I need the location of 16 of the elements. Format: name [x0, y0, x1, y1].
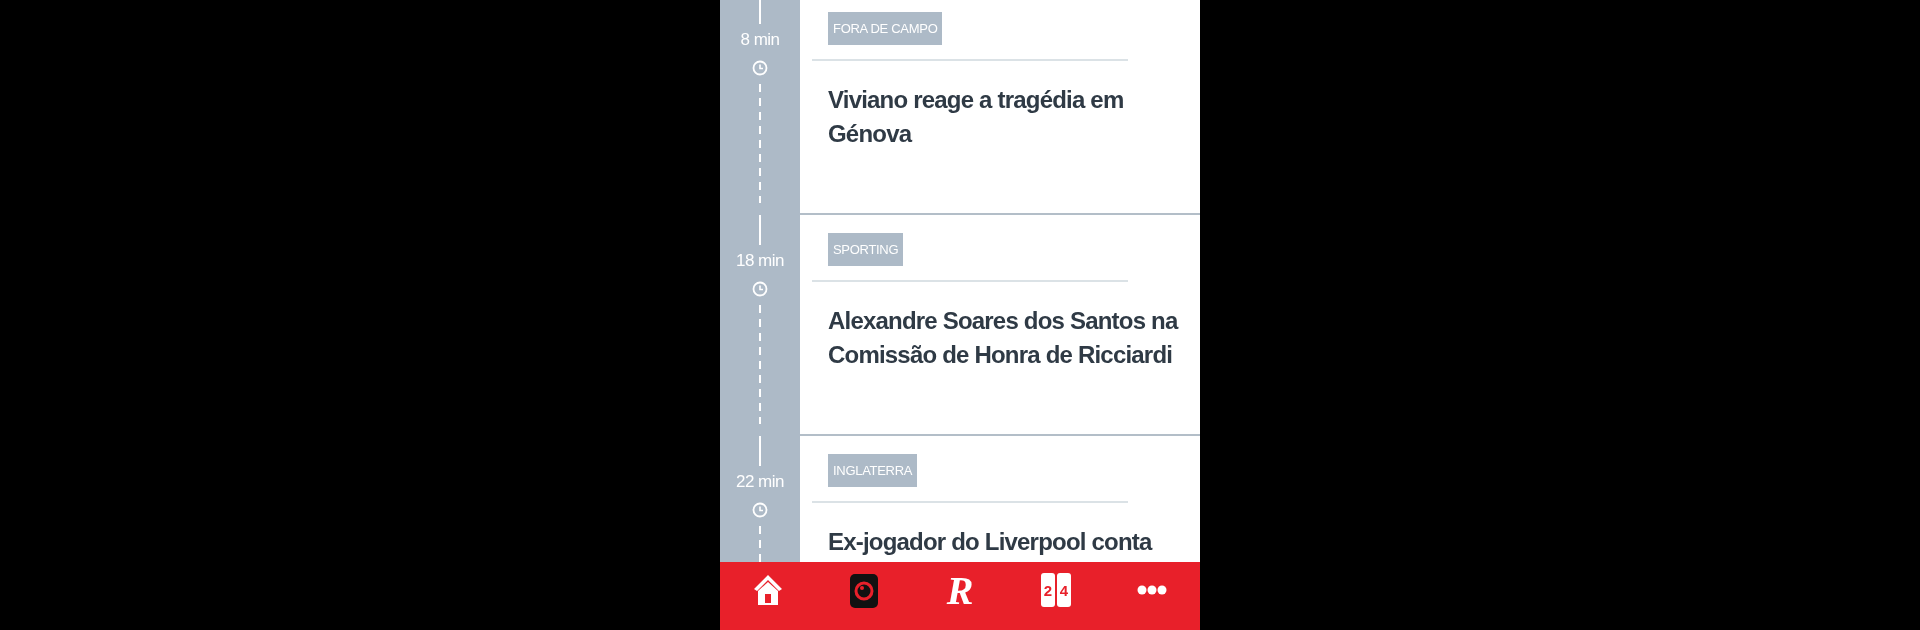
logo-button[interactable]: R — [912, 562, 1008, 630]
headline[interactable]: Ex-jogador do Liverpool conta — [828, 525, 1180, 559]
time-label: 22 min — [736, 472, 784, 492]
headline[interactable]: Viviano reage a tragédia em Génova — [828, 83, 1180, 151]
clock-icon — [752, 502, 768, 518]
more-icon — [1137, 585, 1167, 595]
news-card[interactable]: FORA DE CAMPO Viviano reage a tragédia em Génova — [800, 0, 1200, 215]
time-label: 18 min — [736, 251, 784, 271]
clock-icon — [752, 60, 768, 76]
record-icon — [849, 573, 879, 609]
home-icon — [752, 573, 784, 607]
news-card[interactable]: SPORTING Alexandre Soares dos Santos na Comissão de Honra de Ricciardi — [800, 215, 1200, 436]
headline[interactable]: Alexandre Soares dos Santos na Comissão de Honra de Ricciardi — [828, 304, 1180, 372]
scores-button[interactable]: 2 4 — [1008, 562, 1104, 630]
time-label: 8 min — [740, 30, 780, 50]
clock-icon — [752, 281, 768, 297]
